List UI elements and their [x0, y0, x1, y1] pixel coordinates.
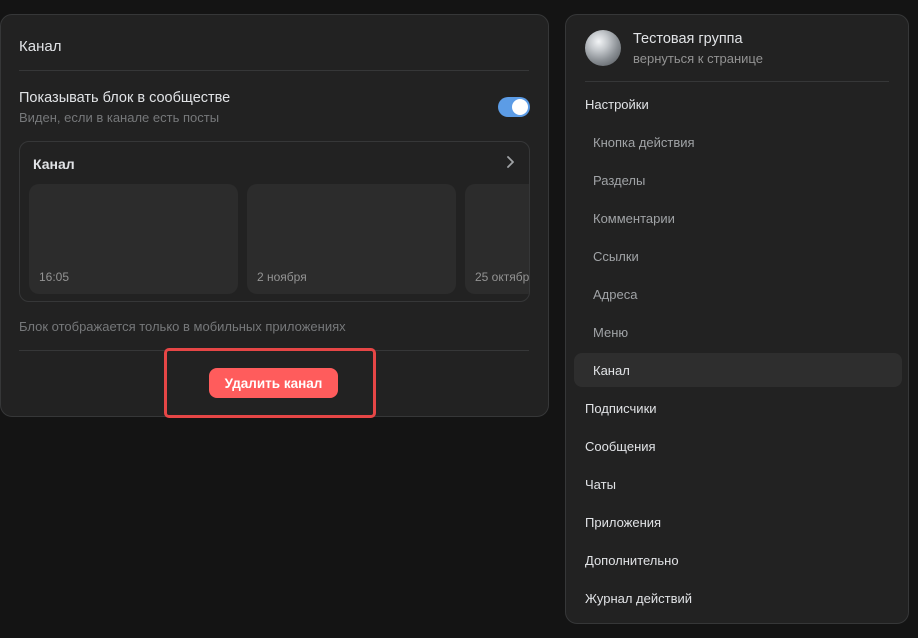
channel-preview[interactable]: Канал 16:05 2 ноября 25 октября	[19, 141, 530, 302]
divider	[19, 350, 529, 351]
sidebar-item-channel[interactable]: Канал	[574, 353, 902, 387]
sidebar-item-label: Журнал действий	[585, 590, 693, 606]
preview-title: Канал	[33, 156, 75, 172]
post-card[interactable]: 25 октября	[465, 184, 530, 294]
sidebar-item-label: Кнопка действия	[593, 134, 695, 150]
back-to-page-link[interactable]: вернуться к странице	[633, 51, 763, 66]
avatar[interactable]	[585, 30, 621, 66]
group-name[interactable]: Тестовая группа	[633, 31, 743, 47]
sidebar-item-label: Сообщения	[585, 438, 656, 454]
show-block-toggle[interactable]	[498, 97, 530, 117]
sidebar-item-settings[interactable]: Настройки	[574, 87, 902, 121]
sidebar-item-chats[interactable]: Чаты	[574, 467, 902, 501]
sidebar-item-label: Канал	[593, 362, 630, 378]
sidebar-item-apps[interactable]: Приложения	[574, 505, 902, 539]
sidebar-item-label: Подписчики	[585, 400, 657, 416]
sidebar-item-menu[interactable]: Меню	[574, 315, 902, 349]
sidebar-item-label: Комментарии	[593, 210, 675, 226]
channel-settings-card: Канал Показывать блок в сообществе Виден…	[0, 14, 549, 417]
show-block-title: Показывать блок в сообществе	[19, 90, 231, 106]
sidebar-item-label: Меню	[593, 324, 629, 340]
card-title: Канал	[19, 38, 62, 55]
sidebar-item-label: Приложения	[585, 514, 662, 530]
sidebar-item-subscribers[interactable]: Подписчики	[574, 391, 902, 425]
settings-sidebar: Тестовая группа вернуться к странице Нас…	[565, 14, 909, 624]
sidebar-item-action-log[interactable]: Журнал действий	[574, 581, 902, 615]
sidebar-item-comments[interactable]: Комментарии	[574, 201, 902, 235]
sidebar-item-addresses[interactable]: Адреса	[574, 277, 902, 311]
sidebar-item-label: Ссылки	[593, 248, 639, 264]
divider	[19, 70, 529, 71]
show-block-subtitle: Виден, если в канале есть посты	[19, 110, 220, 125]
delete-channel-button[interactable]: Удалить канал	[209, 368, 338, 398]
divider	[585, 81, 889, 82]
chevron-right-icon[interactable]	[505, 154, 517, 170]
sidebar-item-additional[interactable]: Дополнительно	[574, 543, 902, 577]
sidebar-item-label: Адреса	[593, 286, 638, 302]
toggle-knob	[512, 99, 528, 115]
sidebar-item-links[interactable]: Ссылки	[574, 239, 902, 273]
sidebar-item-label: Дополнительно	[585, 552, 679, 568]
post-date: 25 октября	[475, 270, 530, 284]
sidebar-item-label: Чаты	[585, 476, 616, 492]
post-card[interactable]: 16:05	[29, 184, 238, 294]
preview-note: Блок отображается только в мобильных при…	[19, 319, 346, 334]
sidebar-item-messages[interactable]: Сообщения	[574, 429, 902, 463]
sidebar-item-label: Настройки	[585, 96, 649, 112]
post-card[interactable]: 2 ноября	[247, 184, 456, 294]
post-date: 16:05	[39, 270, 70, 284]
post-date: 2 ноября	[257, 270, 307, 284]
sidebar-item-sections[interactable]: Разделы	[574, 163, 902, 197]
sidebar-item-label: Разделы	[593, 172, 646, 188]
sidebar-item-action-button[interactable]: Кнопка действия	[574, 125, 902, 159]
